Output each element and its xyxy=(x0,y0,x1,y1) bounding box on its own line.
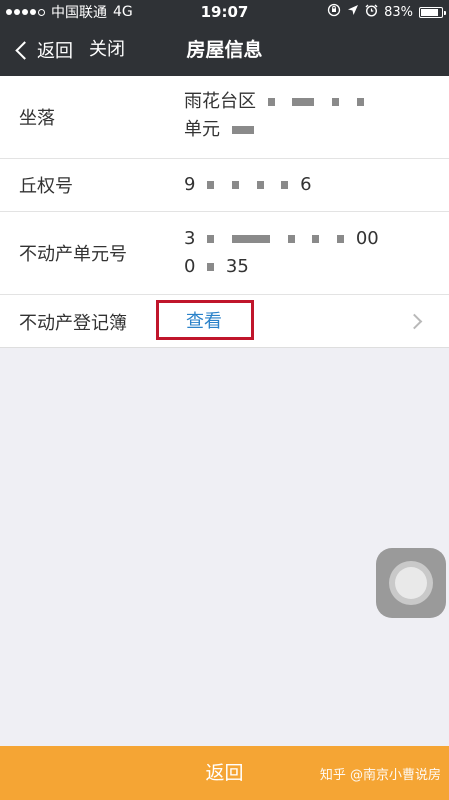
chevron-right-icon xyxy=(406,313,423,330)
redacted-mark xyxy=(207,181,215,189)
redacted-mark xyxy=(256,181,264,189)
property-info-list: 坐落 雨花台区 单元 丘权号 9 6 不动产单元号 3 00 0 35 不动产登… xyxy=(0,76,449,348)
redacted-mark xyxy=(287,235,295,243)
row-label-parcel-number: 丘权号 xyxy=(19,176,73,197)
status-left: 中国联通 4G xyxy=(6,2,133,22)
redacted-mark xyxy=(207,235,215,243)
alarm-clock-icon xyxy=(365,4,378,21)
close-button[interactable]: 关闭 xyxy=(89,36,125,64)
rotation-lock-icon xyxy=(327,3,341,21)
row-label-unit-number: 不动产单元号 xyxy=(19,244,127,265)
list-item-location: 坐落 雨花台区 单元 xyxy=(0,76,449,159)
battery-icon xyxy=(419,6,446,18)
list-item-unit-number: 不动产单元号 3 00 0 35 xyxy=(0,212,449,295)
list-item-registry-book[interactable]: 不动产登记簿 查看 xyxy=(0,295,449,348)
redacted-mark xyxy=(356,98,364,106)
unit-number-line1-start: 3 xyxy=(184,228,196,249)
battery-level xyxy=(421,8,438,16)
unit-number-line2-end: 35 xyxy=(225,256,249,277)
row-label-registry-book: 不动产登记簿 xyxy=(19,313,127,334)
row-value-unit-number: 3 00 0 35 xyxy=(184,225,379,281)
redacted-mark xyxy=(231,181,239,189)
back-label: 返回 xyxy=(37,41,73,62)
unit-number-line1-end: 00 xyxy=(355,228,379,249)
redacted-mark xyxy=(231,126,254,134)
location-district: 雨花台区 xyxy=(184,91,256,112)
redacted-mark xyxy=(312,235,320,243)
location-unit: 单元 xyxy=(184,119,220,140)
chevron-left-icon xyxy=(15,40,34,60)
list-item-parcel-number: 丘权号 9 6 xyxy=(0,159,449,212)
assistive-touch-button[interactable] xyxy=(376,548,446,618)
view-registry-link[interactable]: 查看 xyxy=(156,300,254,340)
row-value-location: 雨花台区 单元 xyxy=(184,88,370,144)
battery-percent: 83% xyxy=(384,4,413,20)
redacted-mark xyxy=(267,98,275,106)
back-button[interactable]: 返回 xyxy=(12,36,73,64)
redacted-mark xyxy=(337,235,345,243)
parcel-number-start: 9 xyxy=(184,174,196,195)
row-value-parcel-number: 9 6 xyxy=(184,171,312,199)
watermark: 知乎 @南京小曹说房 xyxy=(319,768,441,783)
assistive-touch-icon xyxy=(389,561,433,605)
row-label-location: 坐落 xyxy=(19,108,55,129)
location-arrow-icon xyxy=(347,4,359,20)
parcel-number-end: 6 xyxy=(300,174,312,195)
nav-bar: 返回 关闭 房屋信息 xyxy=(0,24,449,76)
redacted-mark xyxy=(292,98,315,106)
status-right: 83% xyxy=(327,3,446,21)
unit-number-line2-start: 0 xyxy=(184,256,196,277)
signal-strength-icon xyxy=(6,8,45,16)
redacted-mark xyxy=(207,263,215,271)
carrier-name: 中国联通 xyxy=(51,5,107,21)
network-type: 4G xyxy=(113,4,133,20)
redacted-mark xyxy=(231,235,270,243)
redacted-mark xyxy=(281,181,289,189)
status-bar: 中国联通 4G 19:07 83% xyxy=(0,0,449,24)
bottom-bar: 返回 知乎 @南京小曹说房 xyxy=(0,746,449,800)
redacted-mark xyxy=(332,98,340,106)
